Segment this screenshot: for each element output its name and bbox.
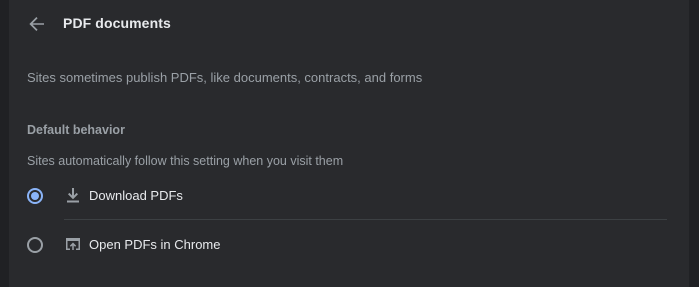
radio-download-pdfs[interactable] [27, 188, 43, 204]
arrow-back-icon [29, 17, 44, 31]
option-download-pdfs[interactable]: Download PDFs [9, 172, 689, 220]
option-label: Download PDFs [89, 188, 183, 203]
back-button[interactable] [23, 10, 51, 38]
settings-card: PDF documents Sites sometimes publish PD… [9, 0, 689, 287]
page-header: PDF documents [9, 0, 689, 48]
section-heading: Default behavior [27, 123, 125, 137]
page-description: Sites sometimes publish PDFs, like docum… [27, 70, 423, 85]
section-subheading: Sites automatically follow this setting … [27, 154, 344, 168]
option-label: Open PDFs in Chrome [89, 237, 221, 252]
download-icon [67, 188, 79, 203]
option-open-pdfs-in-chrome[interactable]: Open PDFs in Chrome [9, 221, 689, 269]
open-in-browser-icon [66, 238, 80, 250]
page-edge [689, 0, 699, 287]
page-title: PDF documents [63, 15, 171, 31]
radio-open-pdfs-in-chrome[interactable] [27, 237, 43, 253]
divider [64, 219, 667, 220]
